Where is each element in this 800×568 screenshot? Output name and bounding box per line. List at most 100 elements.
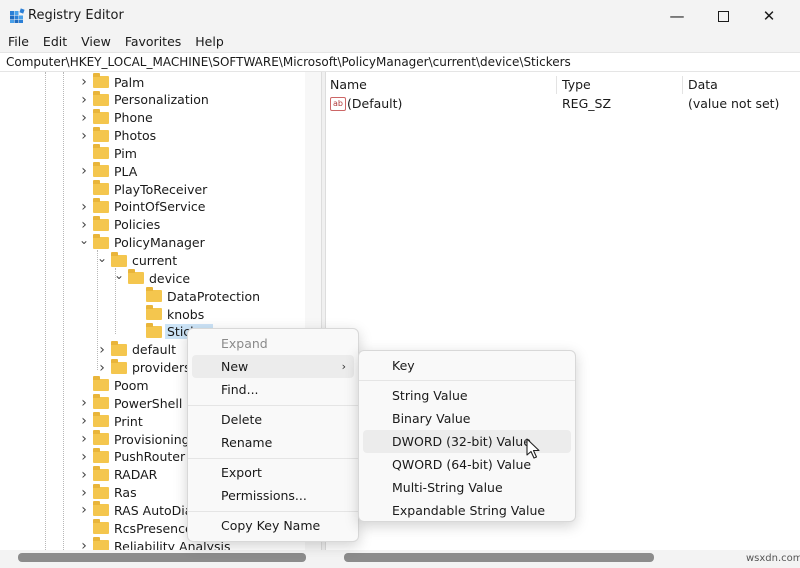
menu-file[interactable]: File [0, 32, 36, 52]
tree-node[interactable]: › Ras [78, 483, 139, 502]
tree-node[interactable]: › Policies [78, 215, 162, 234]
chevron-right-icon[interactable]: › [78, 217, 90, 233]
tree-node[interactable]: RcsPresence [78, 519, 195, 537]
tree-node[interactable]: › Print [78, 412, 145, 430]
submenu-item-binary-value[interactable]: Binary Value [363, 407, 571, 430]
column-separator[interactable] [682, 76, 683, 94]
submenu-item-expandable-string-value[interactable]: Expandable String Value [363, 499, 571, 522]
chevron-right-icon[interactable]: › [78, 449, 90, 465]
menu-item-delete[interactable]: Delete [192, 408, 354, 431]
chevron-right-icon[interactable]: › [78, 110, 90, 126]
tree-node[interactable]: › default [96, 340, 178, 359]
chevron-down-icon[interactable]: ⌄ [113, 268, 125, 282]
maximize-button[interactable] [700, 0, 746, 32]
minimize-button[interactable]: — [654, 0, 700, 32]
new-submenu: Key String Value Binary Value DWORD (32-… [358, 350, 576, 522]
values-scroll-thumb[interactable] [344, 553, 654, 562]
chevron-right-icon[interactable]: › [78, 395, 90, 411]
menu-item-permissions[interactable]: Permissions... [192, 484, 354, 507]
chevron-right-icon[interactable]: › [78, 431, 90, 447]
tree-node[interactable]: › RADAR [78, 465, 159, 484]
tree-node[interactable]: › Personalization [78, 90, 211, 109]
chevron-right-icon[interactable]: › [96, 342, 108, 358]
tree-node-label: RcsPresence [114, 520, 193, 536]
folder-icon [93, 465, 109, 481]
tree-scroll-thumb[interactable] [18, 553, 306, 562]
tree-node[interactable]: › Phone [78, 108, 155, 127]
chevron-right-icon[interactable]: › [78, 467, 90, 483]
tree-node-label: PlayToReceiver [114, 181, 208, 197]
menu-item-new[interactable]: New › [192, 355, 354, 378]
tree-node[interactable]: ⌄ PolicyManager [78, 233, 207, 252]
chevron-right-icon[interactable]: › [78, 538, 90, 550]
folder-icon [93, 412, 109, 428]
tree-node[interactable]: knobs [131, 305, 206, 323]
chevron-right-icon[interactable]: › [78, 413, 90, 429]
submenu-item-string-value[interactable]: String Value [363, 384, 571, 407]
menu-view[interactable]: View [74, 32, 118, 52]
folder-icon [146, 322, 162, 338]
menu-item-find[interactable]: Find... [192, 378, 354, 401]
chevron-right-icon[interactable]: › [78, 74, 90, 90]
value-type: REG_SZ [562, 96, 612, 111]
chevron-right-icon[interactable]: › [78, 128, 90, 144]
value-name[interactable]: (Default) [347, 95, 402, 113]
menu-item-rename[interactable]: Rename [192, 431, 354, 454]
tree-node-label: Policies [114, 217, 161, 233]
tree-node-label: default [132, 342, 176, 358]
menu-item-expand[interactable]: Expand [192, 332, 354, 355]
tree-node-label: Personalization [114, 92, 209, 108]
tree-node[interactable]: DataProtection [131, 287, 262, 305]
tree-node[interactable]: › Photos [78, 126, 158, 145]
chevron-right-icon[interactable]: › [96, 360, 108, 376]
tree-node[interactable]: ⌄ current [96, 251, 179, 270]
tree-node[interactable]: › PowerShell [78, 394, 184, 412]
folder-icon [111, 340, 127, 356]
column-header-type[interactable]: Type [562, 76, 591, 94]
close-button[interactable]: ✕ [746, 0, 792, 32]
folder-icon [93, 537, 109, 550]
tree-node-label: Provisioning [114, 431, 190, 447]
tree-node[interactable]: › RAS AutoDial [78, 501, 198, 519]
tree-node[interactable]: ⌄ device [113, 268, 192, 287]
tree-node-label: current [132, 253, 178, 268]
folder-icon [93, 519, 109, 535]
chevron-right-icon[interactable]: › [78, 502, 90, 518]
submenu-item-multi-string-value[interactable]: Multi-String Value [363, 476, 571, 499]
folder-icon [93, 197, 109, 213]
menu-separator [188, 511, 358, 512]
tree-node-label: Phone [114, 110, 153, 126]
chevron-right-icon[interactable]: › [78, 485, 90, 501]
menu-item-copy-key-name[interactable]: Copy Key Name [192, 514, 354, 537]
registry-editor-icon [10, 8, 25, 23]
chevron-down-icon[interactable]: ⌄ [96, 251, 108, 265]
chevron-down-icon[interactable]: ⌄ [78, 233, 90, 247]
chevron-right-icon[interactable]: › [78, 163, 90, 179]
folder-icon [93, 126, 109, 142]
menu-item-export[interactable]: Export [192, 461, 354, 484]
chevron-right-icon[interactable]: › [78, 92, 90, 108]
column-separator[interactable] [556, 76, 557, 94]
submenu-item-key[interactable]: Key [363, 354, 571, 377]
tree-node[interactable]: Pim [78, 144, 139, 162]
tree-node[interactable]: › Provisioning [78, 430, 192, 448]
tree-node-label: PointOfService [114, 199, 206, 215]
address-bar[interactable]: Computer\HKEY_LOCAL_MACHINE\SOFTWARE\Mic… [0, 52, 800, 72]
menu-favorites[interactable]: Favorites [118, 32, 188, 52]
chevron-right-icon[interactable]: › [78, 199, 90, 215]
column-header-name[interactable]: Name [330, 76, 367, 94]
tree-node[interactable]: › providers [96, 358, 193, 377]
tree-node[interactable]: PlayToReceiver [78, 180, 209, 198]
tree-node-label: Print [114, 413, 143, 429]
tree-node[interactable]: › PLA [78, 162, 139, 180]
folder-icon [93, 144, 109, 160]
folder-icon [93, 108, 109, 124]
menu-help[interactable]: Help [188, 32, 231, 52]
menu-edit[interactable]: Edit [36, 32, 74, 52]
tree-node[interactable]: › PointOfService [78, 197, 207, 216]
tree-node[interactable]: › PushRouter [78, 447, 187, 466]
tree-guide-line [45, 72, 46, 550]
column-header-data[interactable]: Data [688, 76, 718, 94]
tree-node[interactable]: › Palm [78, 73, 146, 91]
tree-node[interactable]: Poom [78, 376, 151, 394]
